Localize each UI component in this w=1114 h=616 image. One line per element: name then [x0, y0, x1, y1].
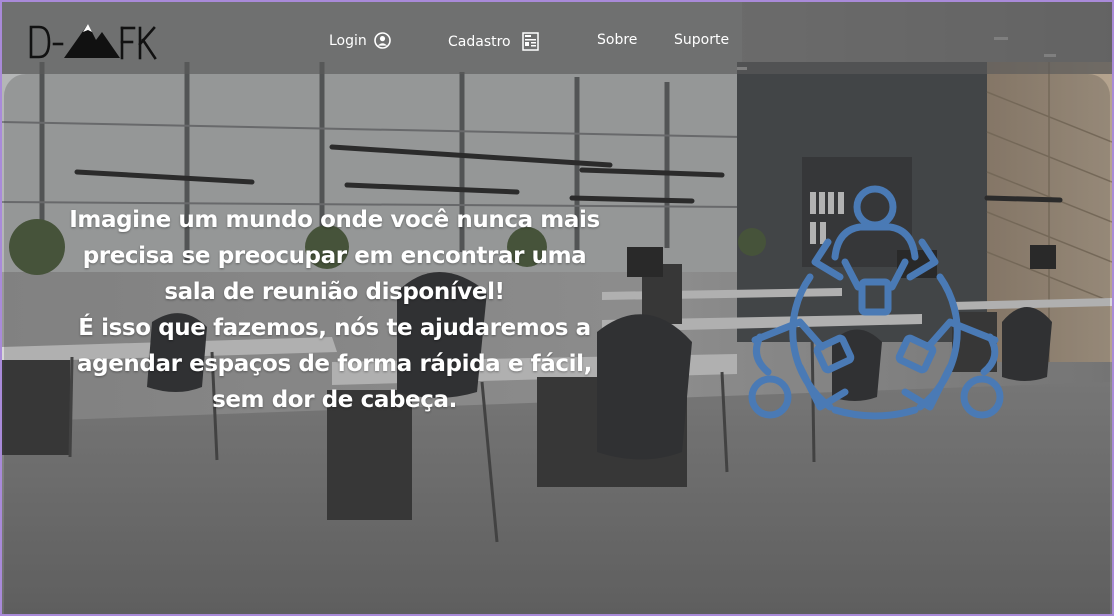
- hero-line: sem dor de cabeça.: [212, 387, 457, 413]
- nav-suporte-label: Suporte: [674, 32, 730, 48]
- team-collaboration-icon: [740, 182, 1010, 432]
- hero-line: Imagine um mundo onde você nunca mais: [69, 207, 600, 233]
- nav-sobre-label: Sobre: [597, 32, 638, 48]
- nav-suporte-link[interactable]: Suporte: [674, 32, 729, 48]
- hero-line: sala de reunião disponível!: [164, 279, 505, 305]
- user-icon: [373, 32, 391, 49]
- hero-line: precisa se preocupar em encontrar uma: [82, 243, 587, 269]
- hero-headline: Imagine um mundo onde você nunca mais pr…: [42, 202, 627, 418]
- nav-login-link[interactable]: Login: [329, 32, 391, 49]
- nav-sobre-link[interactable]: Sobre: [597, 32, 637, 48]
- nav-login-label: Login: [329, 32, 367, 49]
- logo-mark: [29, 24, 157, 60]
- form-icon: [521, 32, 539, 51]
- logo[interactable]: [28, 20, 160, 64]
- nav-cadastro-link[interactable]: Cadastro: [448, 32, 539, 51]
- nav-cadastro-label: Cadastro: [448, 33, 511, 50]
- hero-line: agendar espaços de forma rápida e fácil,: [77, 351, 592, 377]
- top-navigation-bar: Login Cadastro Sobre Suporte: [2, 2, 1112, 74]
- page-frame: Login Cadastro Sobre Suporte Imagine um …: [2, 2, 1112, 614]
- hero-line: É isso que fazemos, nós te ajudaremos a: [78, 315, 591, 341]
